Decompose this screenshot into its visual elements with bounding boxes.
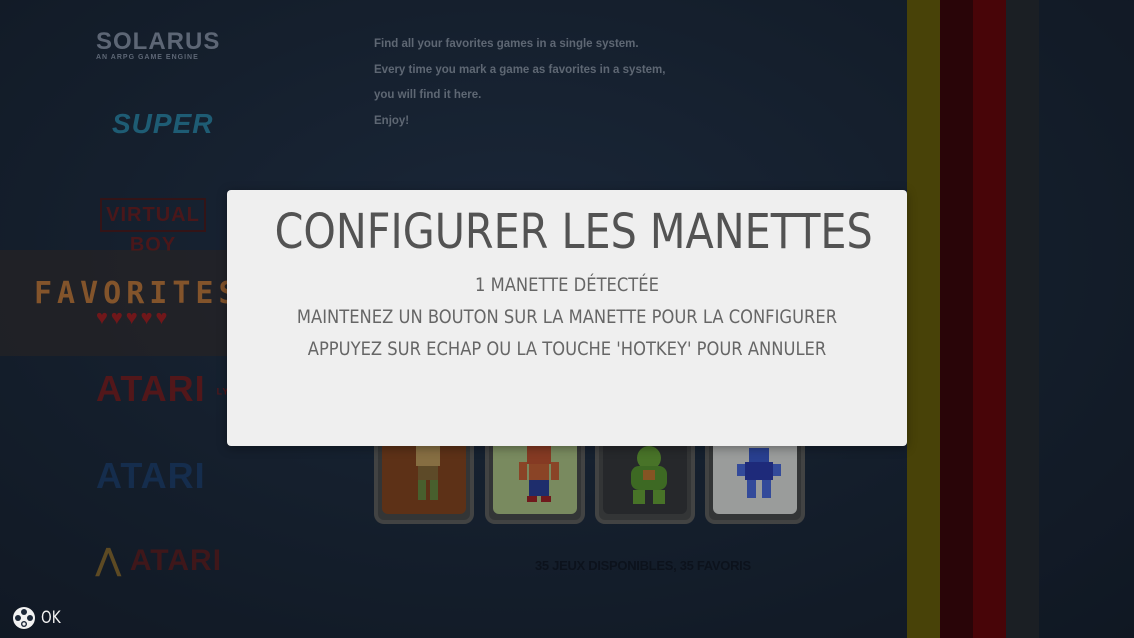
help-bar: OK <box>12 606 66 630</box>
controllers-detected-text: 1 MANETTE DÉTECTÉE <box>475 274 659 296</box>
gamepad-buttons-icon <box>13 607 35 629</box>
help-ok-label: OK <box>41 608 61 628</box>
controller-config-dialog: CONFIGURER LES MANETTES 1 MANETTE DÉTECT… <box>227 190 907 446</box>
cancel-hint-text: APPUYEZ SUR ECHAP OU LA TOUCHE 'HOTKEY' … <box>307 338 827 360</box>
dialog-title: CONFIGURER LES MANETTES <box>274 204 873 260</box>
instruction-text: MAINTENEZ UN BOUTON SUR LA MANETTE POUR … <box>296 306 838 328</box>
